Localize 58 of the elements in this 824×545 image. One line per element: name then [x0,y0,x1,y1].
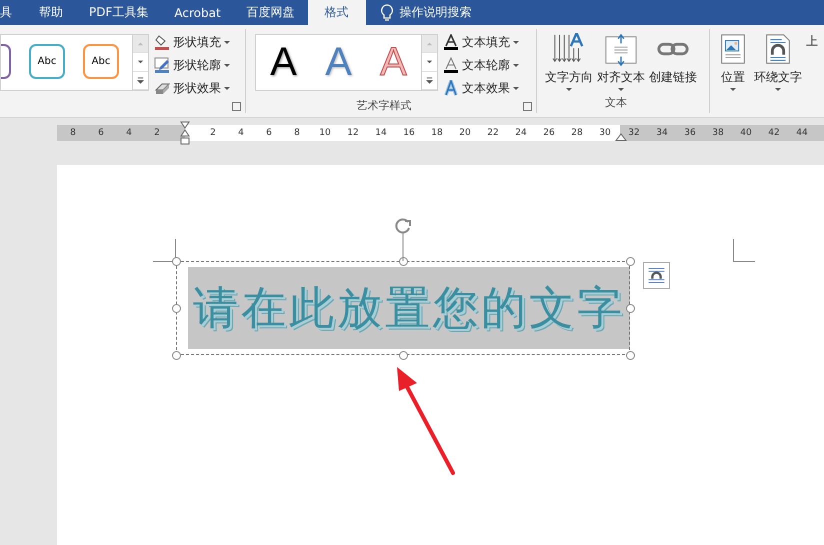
text-format-button[interactable]: 文本效果 [443,78,519,98]
ribbon-tab[interactable]: 帮助 [26,0,76,25]
up-arrow-icon [426,40,433,48]
ribbon-button[interactable]: 环绕文字 [752,29,804,91]
caret-icon [513,64,519,66]
wordart-style-preset[interactable]: A [258,35,308,90]
caret-icon [513,40,519,44]
ribbon-tab[interactable]: 具 [0,0,26,25]
ribbon-tab[interactable]: Acrobat [161,0,234,25]
shape-style-preset[interactable]: Abc [83,44,119,79]
tell-me-search[interactable]: 操作说明搜索 [400,4,472,21]
rotate-handle-icon[interactable] [393,217,413,261]
resize-handle[interactable] [172,304,180,312]
text-format-button[interactable]: 文本轮廓 [443,55,519,75]
down-arrow-icon [137,58,144,66]
letter-outline-icon [443,57,459,73]
ribbon-button[interactable]: 位置 [714,29,752,91]
caret-icon [224,86,230,90]
wordart-style-preset[interactable]: A [314,35,364,90]
more-arrow-icon [426,76,433,84]
ribbon-button[interactable]: 创建链接 [647,29,699,86]
caret-icon [224,40,230,44]
text-format-button[interactable]: 文本填充 [443,32,519,52]
glowing-letter-icon [443,80,459,96]
up-arrow-icon [137,40,144,48]
shape-format-button[interactable]: 形状效果 [154,78,230,98]
ribbon-button[interactable]: 上 [804,29,820,50]
resize-handle[interactable] [172,256,180,266]
align-text-icon [604,33,638,67]
shape-style-preset[interactable] [1,44,11,79]
dialog-launcher-icon[interactable] [523,102,532,111]
down-arrow-icon [426,58,433,66]
paint-bucket-icon [154,34,170,50]
ribbon-tab[interactable]: 百度网盘 [234,0,308,25]
resize-handle[interactable] [398,256,408,266]
letter-fill-icon [443,34,459,50]
layout-options-icon[interactable] [643,262,670,289]
caret-icon [224,64,230,66]
right-indent-marker-icon[interactable] [615,133,627,141]
ribbon-button[interactable]: 文字方向 [543,29,595,91]
lightbulb-icon [380,4,394,22]
wordart-text: 请在此放置您的文字 [193,286,625,330]
ribbon-tab[interactable]: 格式 [308,0,366,25]
shape-style-preset[interactable]: Abc [29,44,65,79]
shape-format-button[interactable]: 形状填充 [154,32,230,52]
more-arrow-icon [137,76,144,84]
caret-icon [513,86,519,90]
dialog-launcher-icon[interactable] [232,102,241,111]
resize-handle[interactable] [626,350,634,360]
resize-handle[interactable] [172,350,180,360]
group-label: 艺术字样式 [356,98,412,113]
resize-handle[interactable] [626,256,634,266]
ribbon-button[interactable]: 对齐文本 [595,29,647,91]
pen-icon [154,57,170,73]
ribbon-tab[interactable]: PDF工具集 [76,0,162,25]
shape-format-button[interactable]: 形状轮廓 [154,55,230,75]
group-label: 文本 [604,95,628,111]
resize-handle[interactable] [398,350,408,360]
